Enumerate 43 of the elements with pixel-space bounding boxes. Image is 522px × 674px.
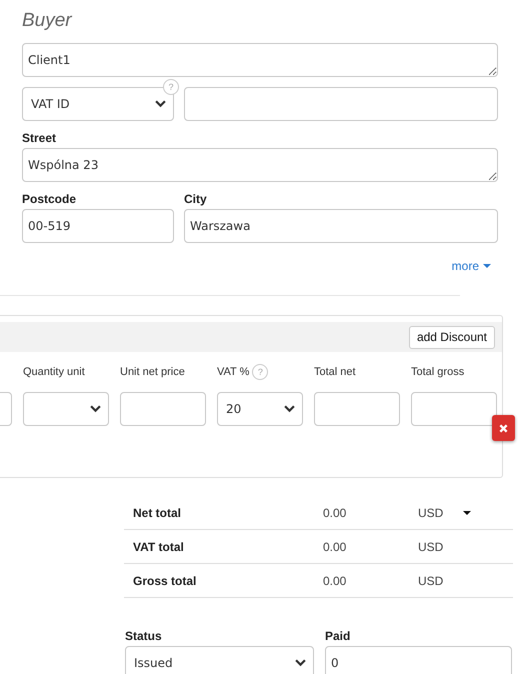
total-label: Net total [124,496,323,530]
postcode-field[interactable]: 00-519 [22,209,174,243]
field-label: Paid [325,628,352,644]
currency-label: USD [418,540,444,554]
column-label: Quantity unit [23,366,85,378]
dropdown-select[interactable] [23,392,109,426]
field-label: Postcode [22,191,78,207]
column-label: Total net [314,366,356,378]
currency-label: USD [418,574,444,588]
total-label: VAT total [124,530,323,564]
status-select[interactable]: Issued [125,646,314,674]
chevron-icon [90,405,101,413]
total-value: 0.00 [323,564,418,598]
total-value: 0.00 [323,530,418,564]
paid-field[interactable]: 0 [325,646,512,674]
section-title: Buyer [22,10,74,31]
delete-button[interactable] [492,415,515,441]
close-icon [499,424,508,432]
dropdown-select[interactable]: 20 [217,392,303,426]
chevron-icon [284,405,295,413]
field-label: Street [22,130,58,146]
add-discount-button[interactable]: add Discount [408,326,495,348]
more-link[interactable]: more [452,259,491,273]
chevron-icon [295,659,306,667]
total-value: 0.00 [323,496,418,530]
buyer-name-field[interactable]: Client1 [22,43,498,77]
input-field[interactable] [120,392,206,426]
city-field[interactable]: Warszawa [184,209,498,243]
column-label: VAT % [217,366,250,378]
column-label: Total gross [411,366,464,378]
input-field[interactable] [411,392,497,426]
chevron-icon [155,100,166,108]
street-field[interactable]: Wspólna 23 [22,148,498,182]
field-label: Status [125,628,163,644]
caret-icon[interactable] [463,510,471,514]
tax-id-type-select[interactable]: VAT ID [22,87,174,121]
total-label: Gross total [124,564,323,598]
input-field[interactable] [314,392,400,426]
currency-label: USD [418,506,444,520]
tax-id-field[interactable] [184,87,498,121]
column-label: Unit net price [120,366,185,378]
field-label: City [184,191,208,207]
caret-icon [483,264,491,268]
